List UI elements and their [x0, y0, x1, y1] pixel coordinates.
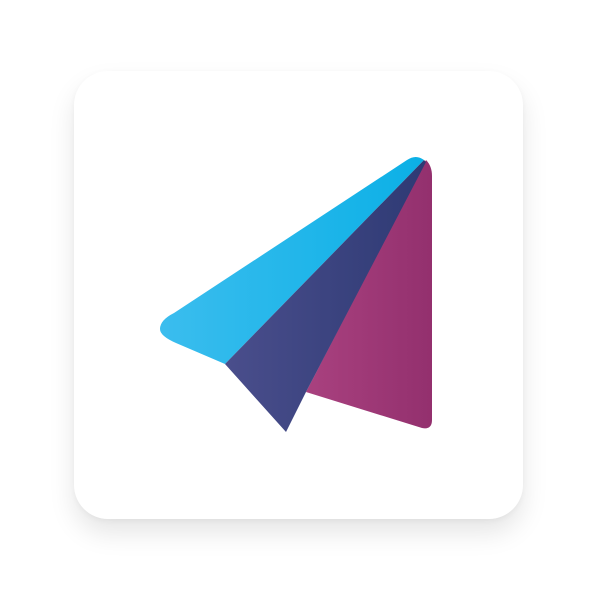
- icon-stage: [0, 0, 591, 591]
- app-icon-tile[interactable]: [74, 71, 523, 519]
